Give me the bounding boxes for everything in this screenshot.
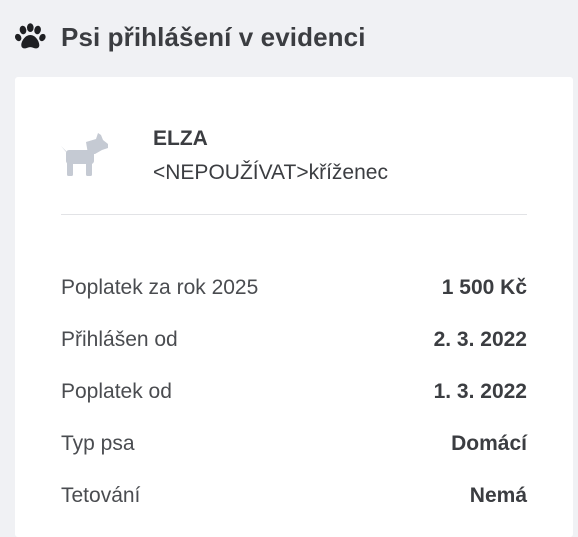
detail-label: Typ psa: [61, 432, 135, 455]
page-title: Psi přihlášení v evidenci: [61, 21, 366, 52]
dog-details-list: Poplatek za rok 2025 1 500 Kč Přihlášen …: [61, 264, 527, 524]
detail-label: Přihlášen od: [61, 328, 178, 351]
detail-label: Poplatek od: [61, 380, 172, 403]
detail-row-registered-since: Přihlášen od 2. 3. 2022: [61, 316, 527, 368]
detail-label: Poplatek za rok 2025: [61, 276, 259, 299]
detail-value: 2. 3. 2022: [433, 328, 527, 351]
divider: [61, 214, 527, 215]
detail-row-dog-type: Typ psa Domácí: [61, 420, 527, 472]
page-header: Psi přihlášení v evidenci: [14, 17, 366, 57]
detail-value: 1 500 Kč: [441, 276, 527, 299]
detail-row-fee-year: Poplatek za rok 2025 1 500 Kč: [61, 264, 527, 316]
dog-breed: <NEPOUŽÍVAT>kříženec: [153, 161, 388, 184]
dog-icon: [61, 133, 108, 176]
paw-icon: [15, 23, 46, 49]
detail-label: Tetování: [61, 484, 141, 507]
detail-value: Domácí: [451, 432, 527, 455]
dog-card: ELZA <NEPOUŽÍVAT>kříženec Poplatek za ro…: [15, 77, 573, 537]
detail-value: Nemá: [469, 484, 527, 507]
detail-row-fee-since: Poplatek od 1. 3. 2022: [61, 368, 527, 420]
dog-name: ELZA: [153, 127, 208, 150]
detail-value: 1. 3. 2022: [433, 380, 527, 403]
detail-row-tattoo: Tetování Nemá: [61, 472, 527, 524]
